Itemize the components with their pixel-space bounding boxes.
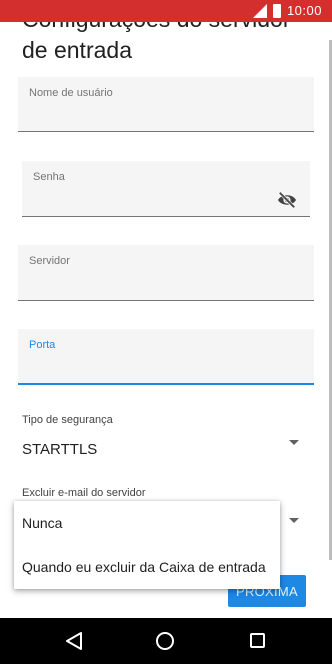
- dropdown-arrow-icon[interactable]: [289, 518, 299, 523]
- home-icon[interactable]: [156, 632, 174, 650]
- port-label: Porta: [29, 339, 56, 351]
- security-type-select[interactable]: STARTTLS: [22, 441, 97, 458]
- server-label: Servidor: [29, 255, 70, 267]
- status-time: 10:00: [286, 3, 322, 18]
- status-bar: 10:00: [0, 0, 332, 22]
- delete-email-label: Excluir e-mail do servidor: [22, 487, 146, 499]
- dropdown-option-never[interactable]: Nunca: [14, 501, 280, 545]
- visibility-off-icon[interactable]: [276, 191, 298, 209]
- battery-icon: [272, 3, 281, 18]
- username-field[interactable]: Nome de usuário: [18, 77, 314, 132]
- back-icon[interactable]: [64, 631, 84, 651]
- navigation-bar: [0, 618, 332, 664]
- dropdown-arrow-icon[interactable]: [289, 440, 299, 445]
- username-label: Nome de usuário: [29, 87, 113, 99]
- recents-icon[interactable]: [250, 633, 265, 648]
- signal-icon: [252, 3, 267, 18]
- dropdown-option-on-inbox-delete[interactable]: Quando eu excluir da Caixa de entrada: [14, 545, 280, 589]
- server-field[interactable]: Servidor: [18, 245, 314, 301]
- password-field[interactable]: Senha: [22, 161, 310, 217]
- security-type-label: Tipo de segurança: [22, 414, 113, 426]
- password-label: Senha: [33, 171, 65, 183]
- delete-email-dropdown-menu: Nunca Quando eu excluir da Caixa de entr…: [14, 501, 280, 589]
- port-field[interactable]: Porta: [18, 329, 314, 385]
